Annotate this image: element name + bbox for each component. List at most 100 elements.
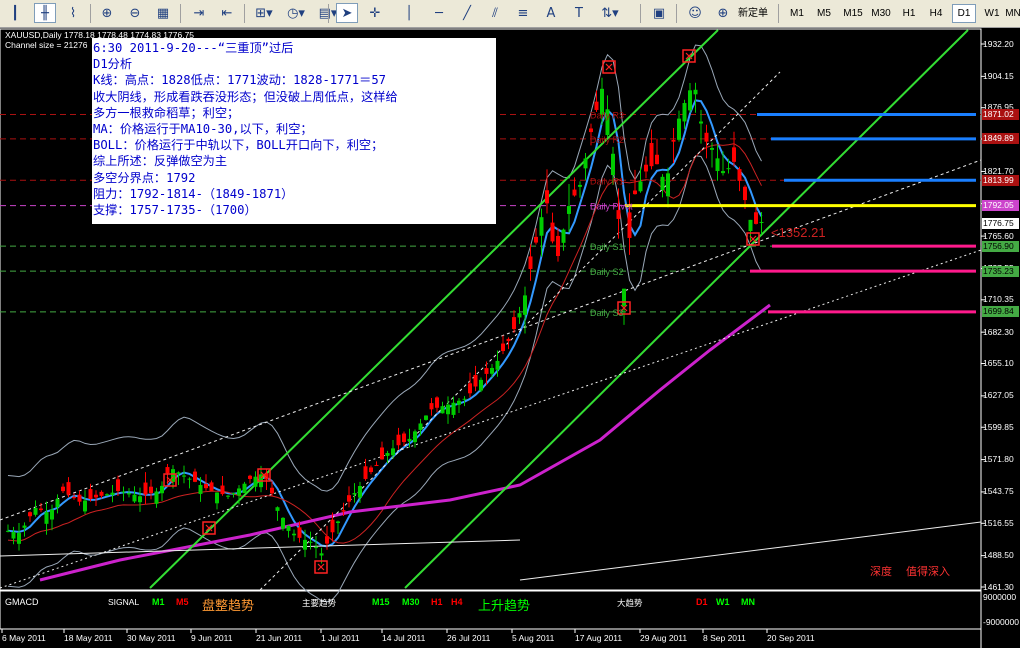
candle-body	[545, 190, 549, 204]
candle-body	[512, 317, 516, 330]
tf-w1[interactable]: W1	[980, 4, 1004, 23]
equidistant-channel-icon[interactable]: ⫽	[484, 3, 506, 23]
candle-body	[660, 176, 665, 190]
cursor-icon[interactable]: ➤	[336, 3, 358, 23]
candle-body	[187, 478, 192, 480]
candle-body	[83, 500, 87, 512]
tf-m30[interactable]: M30	[868, 4, 894, 23]
price-tick-label: 1516.55	[983, 517, 1014, 528]
candle-body	[242, 483, 247, 494]
candle-body	[253, 476, 258, 487]
candle-body	[671, 139, 676, 142]
candle-body	[182, 475, 186, 477]
autoscroll-icon[interactable]: ⇥	[188, 3, 210, 23]
new-order-icon[interactable]: ⊕	[712, 3, 734, 23]
tf-label-m5: M5	[176, 597, 189, 607]
pivot-label-pivot: Daily Pivot	[590, 202, 633, 212]
candle-body	[143, 482, 148, 495]
candle-body	[61, 486, 65, 492]
zoom-in-icon[interactable]: ⊕	[96, 3, 118, 23]
date-tick-label: 8 Sep 2011	[703, 633, 746, 643]
pivot-label-s1: Daily S1	[590, 242, 624, 252]
big-trend-label: 大趋势	[617, 598, 643, 608]
candle-body	[666, 173, 670, 197]
tf-h4[interactable]: H4	[924, 4, 948, 23]
vertical-line-icon[interactable]: │	[398, 3, 420, 23]
tf-mn[interactable]: MN	[1005, 4, 1020, 23]
candle-body	[171, 469, 175, 482]
tf-m1[interactable]: M1	[786, 4, 808, 23]
new-order-button[interactable]: 新定单	[738, 4, 768, 19]
candle-body	[33, 507, 38, 515]
expert-advisors-icon[interactable]: ☺	[684, 3, 706, 23]
tf-h1[interactable]: H1	[898, 4, 920, 23]
candle-body	[50, 509, 54, 520]
candle-body	[297, 527, 302, 538]
candle-body	[435, 397, 439, 408]
price-annotation: <1352.21	[771, 225, 826, 240]
candle-body	[682, 103, 687, 122]
candle-body	[534, 236, 538, 243]
text-icon[interactable]: A	[540, 3, 562, 23]
candle-body	[6, 530, 10, 532]
candle-body	[319, 553, 324, 556]
main-trend-label: 主要趋势	[302, 598, 337, 608]
tf-d1[interactable]: D1	[952, 4, 976, 23]
candle-body	[622, 288, 626, 306]
chart-shift-icon[interactable]: ⇤	[216, 3, 238, 23]
tf-label-m15: M15	[372, 597, 390, 607]
candlestick-icon[interactable]: ╫	[34, 3, 56, 23]
date-tick-label: 21 Jun 2011	[256, 633, 303, 643]
line-chart-icon[interactable]: ⌇	[62, 3, 84, 23]
analysis-line: 收大阴线，形成看跌吞没形态；但没破上周低点，这样给	[93, 89, 398, 104]
navigator-icon[interactable]: ▣	[648, 3, 670, 23]
tf-m15[interactable]: M15	[840, 4, 866, 23]
bar-chart-icon[interactable]: ┃	[4, 3, 26, 23]
candle-body	[539, 217, 544, 236]
candle-body	[286, 525, 291, 531]
candle-body	[418, 423, 423, 430]
candle-body	[154, 491, 159, 504]
price-tag-level_1776: 1776.75	[982, 217, 1019, 229]
price-tick-label: 1932.20	[983, 38, 1014, 49]
price-tick-label: 1710.35	[983, 294, 1014, 305]
candle-body	[468, 383, 472, 394]
indicator-min-label: -9000000	[983, 617, 1019, 627]
candle-body	[363, 466, 368, 479]
zoom-out-icon[interactable]: ⊖	[124, 3, 146, 23]
candle-body	[369, 467, 373, 473]
analysis-line: 综上所述：反弹做空为主	[93, 154, 228, 169]
price-tick-label: 1571.80	[983, 454, 1014, 465]
candle-body	[528, 256, 533, 269]
candle-body	[292, 533, 296, 536]
analysis-line: 多空分界点：1792	[93, 170, 196, 185]
tile-windows-icon[interactable]: ▦	[152, 3, 174, 23]
date-tick-label: 14 Jul 2011	[382, 633, 426, 643]
candle-body	[638, 181, 643, 192]
fibonacci-icon[interactable]: ≡	[512, 3, 534, 23]
candle-body	[176, 472, 181, 474]
price-tick-label: 1655.10	[983, 358, 1014, 369]
candle-body	[237, 488, 241, 496]
trendline-icon[interactable]: ╱	[456, 3, 478, 23]
indicators-icon[interactable]: ⊞▾	[250, 3, 278, 23]
candle-body	[589, 128, 593, 133]
candle-body	[374, 464, 379, 466]
arrows-icon[interactable]: ⇅▾	[596, 3, 624, 23]
candle-body	[303, 539, 307, 550]
tf-label-d1: D1	[696, 597, 708, 607]
price-tick-label: 1488.50	[983, 550, 1014, 561]
tf-label-m1: M1	[152, 597, 165, 607]
crosshair-icon[interactable]: ✛	[364, 3, 386, 23]
candle-body	[396, 434, 401, 446]
tf-label-h4: H4	[451, 597, 463, 607]
periods-icon[interactable]: ◷▾	[282, 3, 310, 23]
analysis-textbox[interactable]: 6:30 2011-9-20---“三重顶”过后 D1分析 K线：高点：1828…	[92, 38, 496, 224]
price-tick-label: 1682.30	[983, 326, 1014, 337]
horizontal-line-icon[interactable]: ─	[428, 3, 450, 23]
date-tick-label: 29 Aug 2011	[640, 633, 688, 643]
tf-label-h1: H1	[431, 597, 443, 607]
text-label-icon[interactable]: T	[568, 3, 590, 23]
candle-body	[688, 90, 692, 111]
tf-m5[interactable]: M5	[812, 4, 836, 23]
